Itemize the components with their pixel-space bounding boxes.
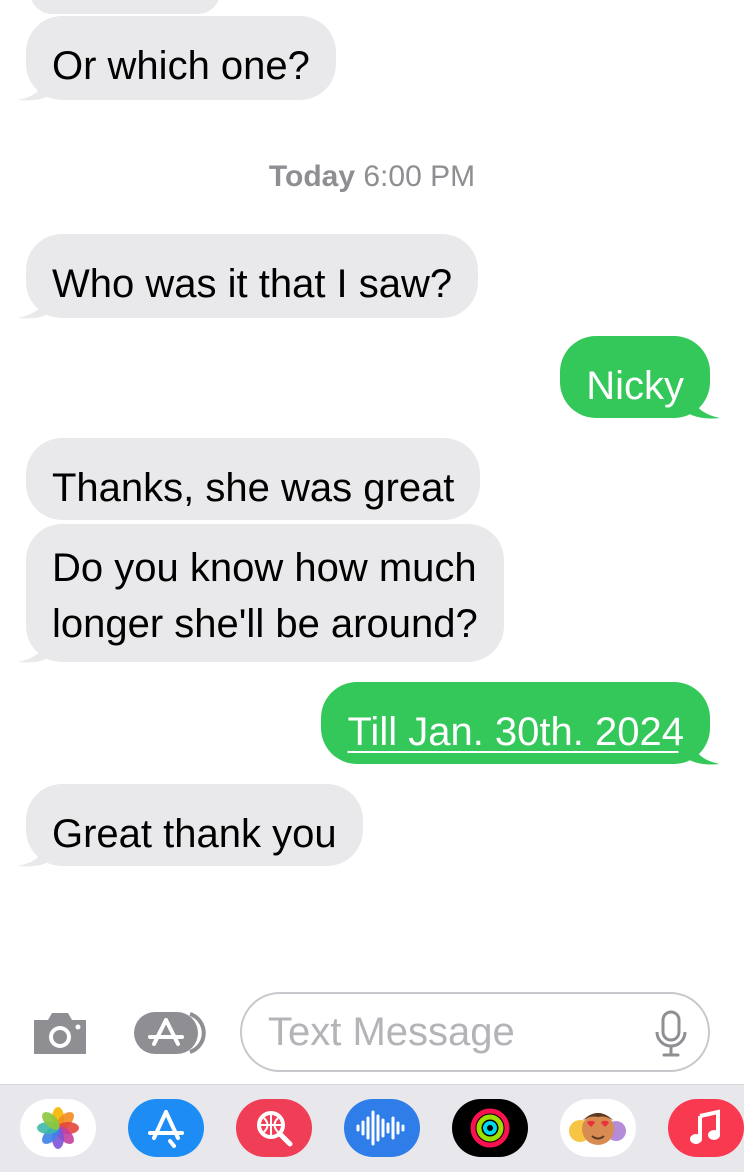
message-input-placeholder: Text Message	[268, 1010, 515, 1054]
message-text-line: longer she'll be around?	[52, 602, 478, 646]
activity-rings-icon	[470, 1108, 510, 1148]
message-text-line: Do you know how much	[52, 546, 477, 590]
timestamp-time: 6:00 PM	[363, 160, 476, 193]
message-text: Who was it that I saw?	[52, 262, 453, 306]
message-bubble-received[interactable]: Who was it that I saw?	[26, 234, 479, 318]
bubble-tail	[678, 736, 720, 765]
app-drawer	[0, 1084, 744, 1172]
memoji-icon	[569, 1113, 626, 1145]
bubble-tail	[18, 72, 60, 101]
timestamp-day: Today	[268, 160, 356, 193]
message-bubble-partial	[30, 0, 220, 14]
message-bubble-received[interactable]: Thanks, she was great	[26, 438, 481, 520]
date-link[interactable]: Till Jan. 30th. 2024	[347, 710, 684, 754]
message-bubble-received[interactable]: Do you know how much longer she'll be ar…	[26, 524, 504, 662]
audio-message-app-button[interactable]	[344, 1099, 420, 1157]
bubble-tail	[18, 290, 60, 319]
bubble-tail	[18, 838, 60, 867]
bubble-tail	[678, 390, 720, 419]
search-images-app-button[interactable]	[236, 1099, 312, 1157]
message-text: Thanks, she was great	[52, 466, 455, 510]
app-store-app-button[interactable]	[128, 1099, 204, 1157]
music-note-icon	[690, 1109, 720, 1144]
message-text: Or which one?	[52, 44, 310, 88]
camera-icon[interactable]	[30, 1010, 90, 1056]
message-bubble-received[interactable]: Or which one?	[26, 16, 336, 100]
magnifier-globe-icon	[257, 1111, 293, 1147]
photos-icon	[37, 1107, 79, 1149]
photos-app-button[interactable]	[20, 1099, 96, 1157]
music-app-button[interactable]	[668, 1099, 744, 1157]
microphone-icon[interactable]	[654, 1010, 688, 1058]
activity-app-button[interactable]	[452, 1099, 528, 1157]
app-store-icon[interactable]	[132, 1010, 210, 1056]
message-bubble-sent[interactable]: Till Jan. 30th. 2024	[321, 682, 710, 764]
app-store-icon	[148, 1110, 184, 1148]
message-text: Nicky	[586, 364, 684, 408]
waveform-icon	[356, 1110, 405, 1146]
bubble-tail	[18, 634, 60, 663]
message-text: Great thank you	[52, 812, 337, 856]
message-input[interactable]: Text Message	[240, 992, 710, 1072]
message-bubble-received[interactable]: Great thank you	[26, 784, 363, 866]
memoji-app-button[interactable]	[560, 1099, 636, 1157]
timestamp: Today 6:00 PM	[0, 160, 744, 194]
